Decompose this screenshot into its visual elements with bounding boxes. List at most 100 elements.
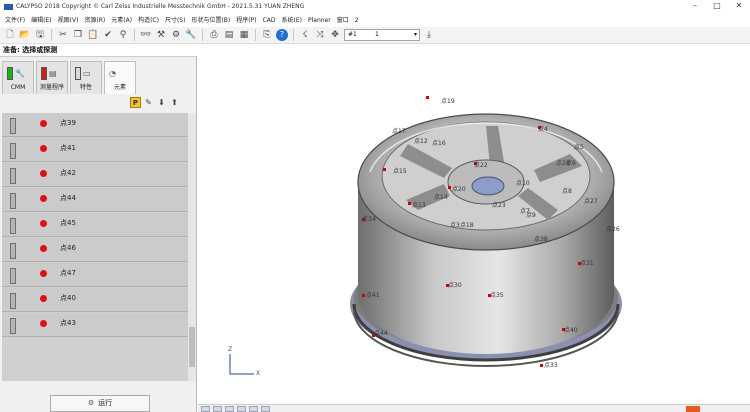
toolbar-separator xyxy=(255,29,256,41)
menu-view[interactable]: 视图(V) xyxy=(58,14,79,27)
help-icon[interactable]: ? xyxy=(276,29,288,41)
close-button[interactable]: ✕ xyxy=(728,0,750,12)
view-front-icon[interactable] xyxy=(201,405,210,412)
view-side-icon[interactable] xyxy=(225,405,234,412)
menu-elements[interactable]: 元素(A) xyxy=(111,14,132,27)
point-label: 点30 xyxy=(448,282,462,289)
tools-icon[interactable]: ⚒ xyxy=(155,29,167,41)
move-down-icon[interactable]: ⬇ xyxy=(156,97,167,108)
list-item[interactable]: 点42 xyxy=(2,163,188,187)
row-handle xyxy=(10,168,16,184)
rotate-icon[interactable] xyxy=(261,405,270,412)
point-label: 点31 xyxy=(580,260,594,267)
check-icon[interactable]: ✔ xyxy=(102,29,114,41)
point-status-icon xyxy=(40,270,47,277)
list-item[interactable]: 点40 xyxy=(2,288,188,312)
list-item[interactable]: 点46 xyxy=(2,238,188,262)
menu-form-position[interactable]: 形状与位置(B) xyxy=(191,14,230,27)
point-label: 点13 xyxy=(412,202,426,209)
status-text: 准备: 选择或探测 xyxy=(0,44,197,57)
menu-file[interactable]: 文件(F) xyxy=(5,14,25,27)
record-icon[interactable] xyxy=(686,406,700,412)
point-status-icon xyxy=(40,170,47,177)
table-icon[interactable]: ▦ xyxy=(238,29,250,41)
move-icon[interactable]: ✥ xyxy=(329,29,341,41)
report-icon[interactable]: ⎘ xyxy=(261,29,273,41)
open-icon[interactable]: 📂 xyxy=(19,29,31,41)
point-label: 点26 xyxy=(606,226,620,233)
element-icon: ◔ xyxy=(109,68,116,78)
menu-planner[interactable]: Planner xyxy=(308,14,331,27)
list-item[interactable]: 点47 xyxy=(2,263,188,287)
probe-icon[interactable]: ⚲ xyxy=(117,29,129,41)
zoom-icon[interactable] xyxy=(249,405,258,412)
down-arrow-icon[interactable]: ⤓ xyxy=(423,29,435,41)
menu-window[interactable]: 窗口 xyxy=(337,14,349,27)
point-marker xyxy=(362,294,365,297)
window-title: CALYPSO 2018 Copyright © Carl Zeiss Indu… xyxy=(16,3,305,10)
left-panel: 🔧 CMM ▤ 测量程序 ▭ 特性 ◔ 元素 P ✎ ⬇ ⬆ 点39 点41 点… xyxy=(0,57,197,412)
menu-size[interactable]: 尺寸(S) xyxy=(165,14,186,27)
nav-icon[interactable]: ⤨ xyxy=(314,29,326,41)
new-icon[interactable]: 🗋 xyxy=(4,29,16,41)
menu-bar: 文件(F) 编辑(E) 视图(V) 资源(R) 元素(A) 构造(C) 尺寸(S… xyxy=(0,14,750,27)
list-item[interactable]: 点43 xyxy=(2,313,188,337)
view-iso-icon[interactable] xyxy=(237,405,246,412)
tab-element[interactable]: ◔ 元素 xyxy=(104,61,136,94)
wrench-icon[interactable]: 🔧 xyxy=(185,29,197,41)
list-item[interactable]: 点39 xyxy=(2,113,188,137)
row-handle xyxy=(10,193,16,209)
axis-x-label: X xyxy=(256,370,261,377)
point-marker xyxy=(448,186,451,189)
run-button[interactable]: ⚙ 运行 xyxy=(50,395,150,412)
list-scrollbar[interactable] xyxy=(188,113,196,381)
cut-icon[interactable]: ✂ xyxy=(57,29,69,41)
minimize-button[interactable]: – xyxy=(684,0,706,12)
stylus-icon[interactable]: ☇ xyxy=(299,29,311,41)
tab-program[interactable]: ▤ 测量程序 xyxy=(36,61,68,94)
point-label: 点20 xyxy=(452,186,466,193)
row-handle xyxy=(10,243,16,259)
settings-icon[interactable]: ⚙ xyxy=(170,29,182,41)
cmm-status-swatch xyxy=(7,66,13,80)
tab-characteristic[interactable]: ▭ 特性 xyxy=(70,61,102,94)
menu-resources[interactable]: 资源(R) xyxy=(84,14,105,27)
list-item[interactable]: 点41 xyxy=(2,138,188,162)
maximize-button[interactable]: □ xyxy=(706,0,728,12)
point-icon[interactable]: P xyxy=(130,97,141,108)
page-icon[interactable]: ▤ xyxy=(223,29,235,41)
point-label: 点9 xyxy=(526,212,536,219)
point-status-icon xyxy=(40,195,47,202)
list-item[interactable]: 点44 xyxy=(2,188,188,212)
menu-system[interactable]: 系统(E) xyxy=(282,14,302,27)
save-icon[interactable]: 🖫 xyxy=(34,29,46,41)
stylus-selector[interactable]: #1 1 ▾ xyxy=(344,29,420,41)
cad-viewport[interactable]: Z X 点19 点4 点17 点12 点16 点22 点5 点15 点28 点6… xyxy=(198,44,750,404)
binoculars-icon[interactable]: 👓 xyxy=(140,29,152,41)
list-item[interactable]: 点45 xyxy=(2,213,188,237)
point-label: 点10 xyxy=(516,180,530,187)
point-label: 点44 xyxy=(374,330,388,337)
paste-icon[interactable]: 📋 xyxy=(87,29,99,41)
point-label: 点41 xyxy=(366,292,380,299)
point-label: 点5 xyxy=(574,144,584,151)
scrollbar-thumb[interactable] xyxy=(189,327,195,367)
panel-tabs: 🔧 CMM ▤ 测量程序 ▭ 特性 ◔ 元素 xyxy=(2,61,136,94)
move-up-icon[interactable]: ⬆ xyxy=(169,97,180,108)
view-top-icon[interactable] xyxy=(213,405,222,412)
pencil-icon[interactable]: ✎ xyxy=(143,97,154,108)
menu-edit[interactable]: 编辑(E) xyxy=(31,14,51,27)
menu-cad[interactable]: CAD xyxy=(263,14,276,27)
menu-construct[interactable]: 构造(C) xyxy=(138,14,159,27)
point-status-icon xyxy=(40,320,47,327)
toolbar-separator xyxy=(51,29,52,41)
tab-cmm[interactable]: 🔧 CMM xyxy=(2,61,34,94)
toolbar-separator xyxy=(134,29,135,41)
row-handle xyxy=(10,118,16,134)
print-icon[interactable]: ⎙ xyxy=(208,29,220,41)
copy-icon[interactable]: ❐ xyxy=(72,29,84,41)
point-marker xyxy=(383,168,386,171)
point-label: 点18 xyxy=(460,222,474,229)
run-icon: ⚙ xyxy=(87,399,95,407)
menu-program[interactable]: 程序(P) xyxy=(236,14,256,27)
